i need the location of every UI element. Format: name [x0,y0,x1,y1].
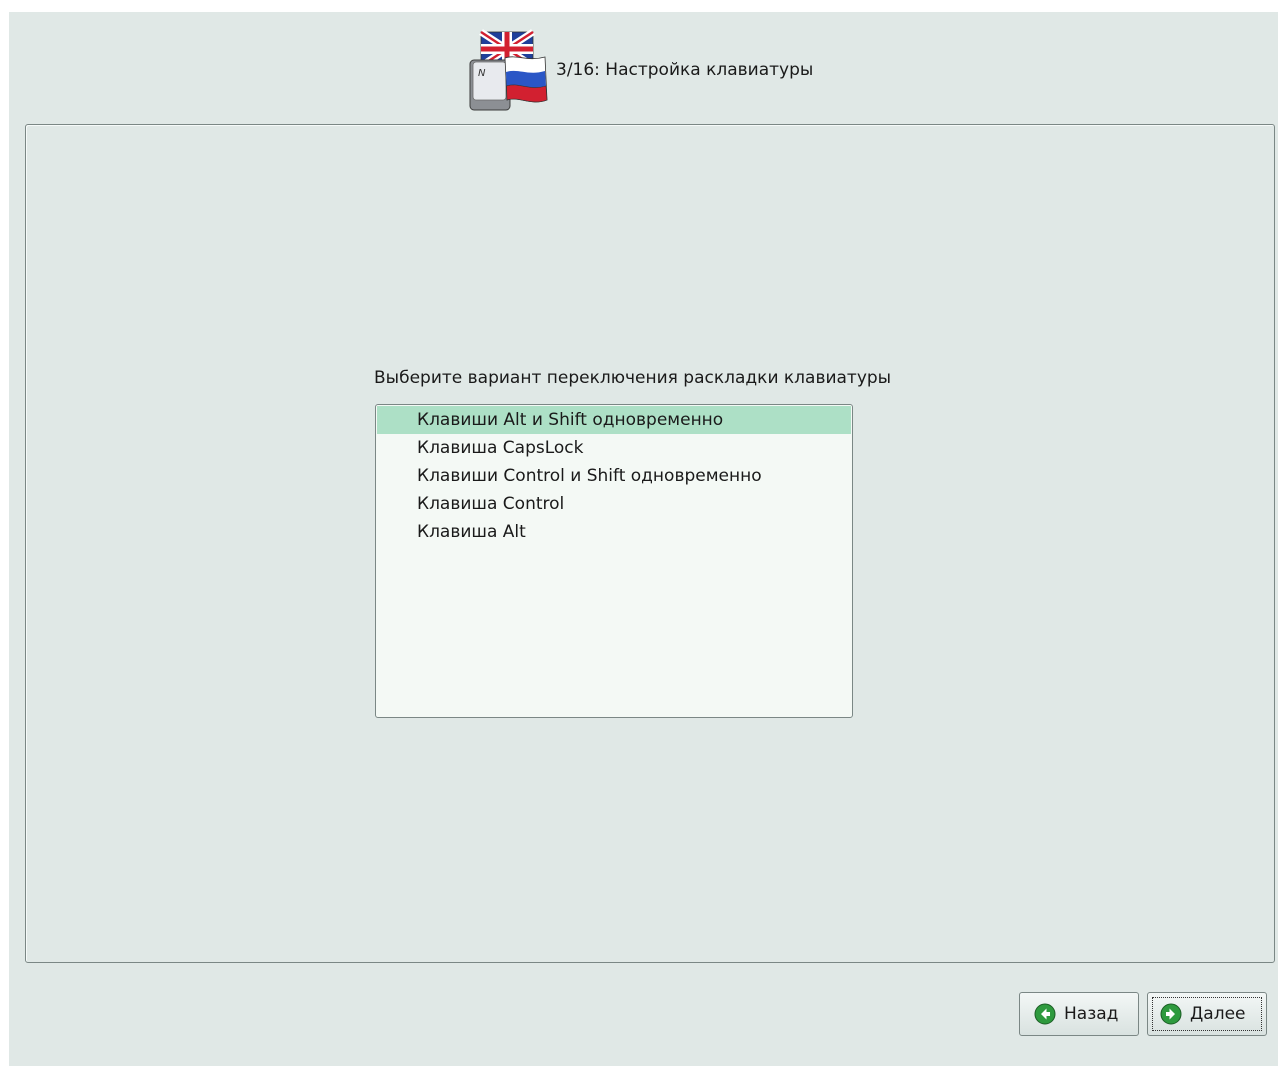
list-item-alt[interactable]: Клавиша Alt [377,518,851,546]
list-item-control[interactable]: Клавиша Control [377,490,851,518]
layout-switch-list[interactable]: Клавиши Alt и Shift одновременно Клавиша… [375,404,853,718]
back-button-label: Назад [1064,1004,1119,1024]
list-item-control-shift[interactable]: Клавиши Control и Shift одновременно [377,462,851,490]
list-item-alt-shift[interactable]: Клавиши Alt и Shift одновременно [377,406,851,434]
back-button[interactable]: Назад [1019,992,1139,1036]
next-button[interactable]: Далее [1147,992,1267,1036]
arrow-left-circle-icon [1034,1003,1056,1025]
header: N 3/16: Настройка клавиатуры [9,12,1278,124]
layout-switch-prompt: Выберите вариант переключения раскладки … [374,368,892,388]
arrow-right-circle-icon [1160,1003,1182,1025]
svg-text:N: N [478,68,486,79]
page-title: 3/16: Настройка клавиатуры [556,60,814,80]
next-button-label: Далее [1190,1004,1246,1024]
installer-window: N 3/16: Настройка клавиатуры Выберите ва… [9,12,1278,1066]
content-panel: Выберите вариант переключения раскладки … [25,124,1275,963]
keyboard-flags-icon: N [469,28,549,114]
list-item-capslock[interactable]: Клавиша CapsLock [377,434,851,462]
